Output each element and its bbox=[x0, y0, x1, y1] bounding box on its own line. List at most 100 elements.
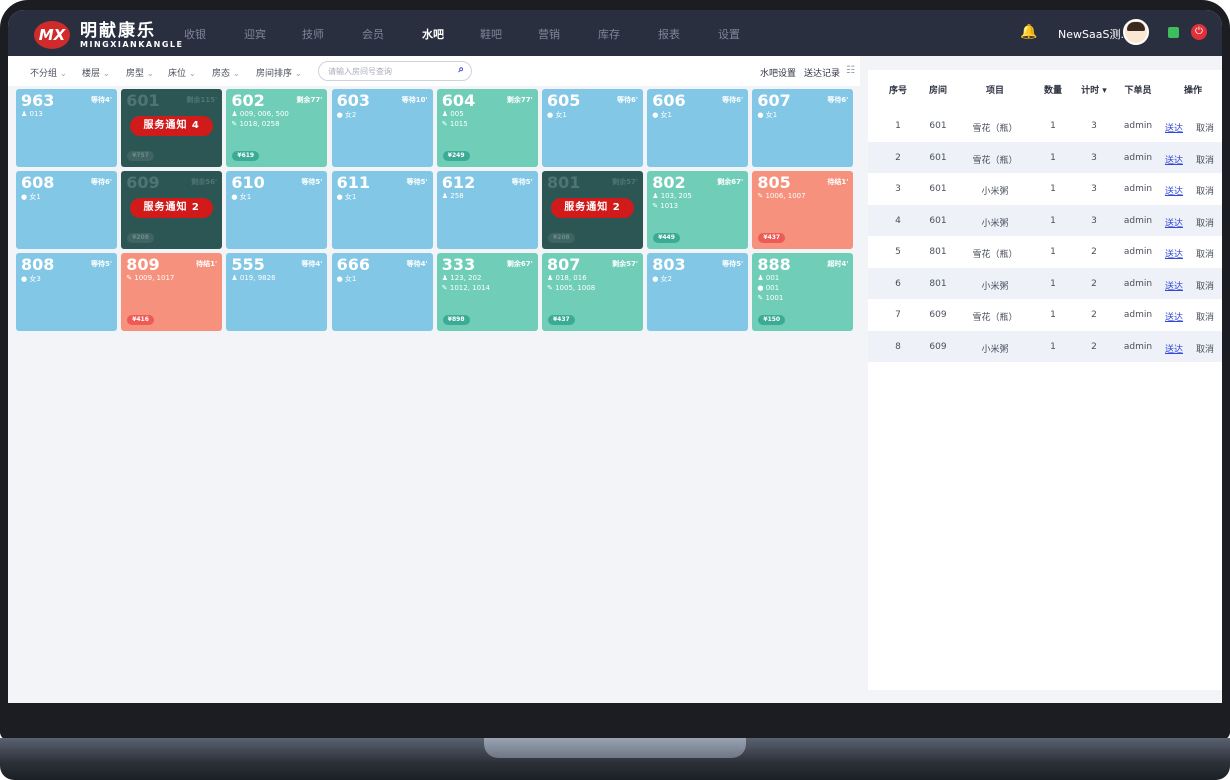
table-row: 8 609 小米粥 1 2 admin 送达 取消 bbox=[868, 330, 1222, 362]
room-card[interactable]: 603 等待10' ● 女2 bbox=[331, 89, 433, 167]
room-card[interactable]: 610 等待5' ● 女1 bbox=[226, 171, 328, 249]
room-grid: 963 等待4' ♟ 013 601 剩余115' ¥757 服务通知 4 602 剩余77' ♟… bbox=[16, 89, 862, 339]
room-number: 606 bbox=[652, 91, 686, 110]
service-notice-button[interactable]: 服务通知 2 bbox=[551, 198, 634, 218]
status-indicator-icon[interactable] bbox=[1168, 27, 1179, 38]
bar-settings-link[interactable]: 水吧设置 bbox=[760, 66, 796, 79]
filter-dropdown[interactable]: 楼层 ⌄ bbox=[82, 66, 110, 79]
deliver-link[interactable]: 送达 bbox=[1156, 184, 1192, 197]
room-card[interactable]: 611 等待5' ● 女1 bbox=[331, 171, 433, 249]
room-card[interactable]: 609 剩余56' ¥208 服务通知 2 bbox=[121, 171, 223, 249]
filter-dropdown[interactable]: 床位 ⌄ bbox=[168, 66, 196, 79]
room-card[interactable]: 555 等待4' ♟ 019, 9826 bbox=[226, 253, 328, 331]
service-notice-button[interactable]: 服务通知 4 bbox=[130, 116, 214, 136]
layout-toggle-icon[interactable]: ☷ bbox=[846, 65, 855, 76]
chevron-down-icon: ⌄ bbox=[103, 69, 110, 78]
deliver-link[interactable]: 送达 bbox=[1156, 279, 1192, 292]
table-cell: 601 bbox=[929, 152, 947, 163]
app-screen: MX 明献康乐 MINGXIANKANGLE 收银 迎宾 技师 会员 水吧 鞋吧 营销 库存 报… bbox=[8, 10, 1222, 703]
room-detail-line: ✎ 1005, 1008 bbox=[547, 284, 596, 292]
table-header[interactable]: 计时 ▾ bbox=[1072, 83, 1116, 96]
brand-logo-icon: MX bbox=[34, 21, 70, 49]
room-card[interactable]: 963 等待4' ♟ 013 bbox=[16, 89, 117, 167]
nav-item[interactable]: 库存 bbox=[598, 26, 620, 42]
deliver-link[interactable]: 送达 bbox=[1156, 216, 1192, 229]
room-card[interactable]: 802 剩余67' ♟ 103, 205 ✎ 1013 ¥449 bbox=[647, 171, 749, 249]
service-notice-button[interactable]: 服务通知 2 bbox=[130, 198, 214, 218]
cancel-link[interactable]: 取消 bbox=[1190, 310, 1220, 323]
room-card[interactable]: 608 等待6' ● 女1 bbox=[16, 171, 117, 249]
table-header: 操作 bbox=[1183, 86, 1202, 96]
room-status: 等待6' bbox=[616, 96, 638, 104]
search-input[interactable]: 请输入房间号查询 ⌕ bbox=[318, 61, 472, 81]
room-detail-line: ✎ 1015 bbox=[441, 120, 468, 128]
chevron-down-icon: ⌄ bbox=[147, 69, 154, 78]
room-status: 剩余56' bbox=[191, 178, 218, 186]
deliver-link[interactable]: 送达 bbox=[1156, 342, 1192, 355]
room-status: 超时4' bbox=[827, 260, 849, 268]
cancel-link[interactable]: 取消 bbox=[1190, 247, 1220, 260]
room-status: 剩余77' bbox=[506, 96, 533, 104]
user-name[interactable]: NewSaaS测... bbox=[1058, 26, 1131, 42]
room-number: 805 bbox=[757, 173, 791, 192]
room-detail-line: ♟ 019, 9826 bbox=[231, 274, 276, 282]
bell-icon[interactable]: 🔔 bbox=[1020, 24, 1037, 40]
search-icon[interactable]: ⌕ bbox=[458, 64, 464, 75]
avatar[interactable] bbox=[1123, 19, 1149, 45]
nav-item[interactable]: 营销 bbox=[538, 26, 560, 42]
filter-dropdown[interactable]: 房型 ⌄ bbox=[126, 66, 154, 79]
room-card[interactable]: 602 剩余77' ♟ 009, 006, 500 ✎ 1018, 0258 ¥619 bbox=[226, 89, 328, 167]
room-detail-line: ♟ 103, 205 bbox=[652, 192, 692, 200]
room-card[interactable]: 807 剩余57' ♟ 018, 016 ✎ 1005, 1008 ¥437 bbox=[542, 253, 643, 331]
room-card[interactable]: 601 剩余115' ¥757 服务通知 4 bbox=[121, 89, 223, 167]
room-detail-line: ✎ 1001 bbox=[757, 294, 784, 302]
delivery-records-link[interactable]: 送达记录 bbox=[804, 66, 840, 79]
table-row: 6 801 小米粥 1 2 admin 送达 取消 bbox=[868, 267, 1222, 299]
room-card[interactable]: 605 等待6' ● 女1 bbox=[542, 89, 643, 167]
nav-item[interactable]: 报表 bbox=[658, 26, 680, 42]
room-card[interactable]: 805 待结1' ✎ 1006, 1007 ¥437 bbox=[752, 171, 854, 249]
table-cell: 小米粥 bbox=[981, 218, 1009, 229]
room-status: 剩余67' bbox=[717, 178, 744, 186]
cancel-link[interactable]: 取消 bbox=[1190, 121, 1220, 134]
filter-dropdown[interactable]: 房间排序 ⌄ bbox=[256, 66, 302, 79]
filter-dropdown[interactable]: 房态 ⌄ bbox=[212, 66, 240, 79]
nav-item[interactable]: 设置 bbox=[718, 26, 740, 42]
cancel-link[interactable]: 取消 bbox=[1190, 153, 1220, 166]
cancel-link[interactable]: 取消 bbox=[1190, 342, 1220, 355]
filter-dropdown[interactable]: 不分组 ⌄ bbox=[30, 66, 67, 79]
room-card[interactable]: 333 剩余67' ♟ 123, 202 ✎ 1012, 1014 ¥898 bbox=[436, 253, 538, 331]
nav-item[interactable]: 会员 bbox=[362, 26, 384, 42]
room-card[interactable]: 809 待结1' ✎ 1009, 1017 ¥416 bbox=[121, 253, 223, 331]
deliver-link[interactable]: 送达 bbox=[1156, 247, 1192, 260]
cancel-link[interactable]: 取消 bbox=[1190, 279, 1220, 292]
room-card[interactable]: 612 等待5' ♟ 258 bbox=[436, 171, 538, 249]
room-card[interactable]: 666 等待4' ● 女1 bbox=[331, 253, 433, 331]
room-amount-badge: ¥449 bbox=[653, 233, 680, 243]
brand-name: 明献康乐 bbox=[80, 21, 156, 41]
nav-item[interactable]: 迎宾 bbox=[244, 26, 266, 42]
room-card[interactable]: 808 等待5' ● 女3 bbox=[16, 253, 117, 331]
room-number: 801 bbox=[547, 173, 581, 192]
deliver-link[interactable]: 送达 bbox=[1156, 310, 1192, 323]
cancel-link[interactable]: 取消 bbox=[1190, 184, 1220, 197]
deliver-link[interactable]: 送达 bbox=[1156, 153, 1192, 166]
room-card[interactable]: 888 超时4' ♟ 001 ● 001 ✎ 1001 ¥150 bbox=[752, 253, 854, 331]
nav-item[interactable]: 鞋吧 bbox=[480, 26, 502, 42]
cancel-link[interactable]: 取消 bbox=[1190, 216, 1220, 229]
nav-item[interactable]: 技师 bbox=[302, 26, 324, 42]
room-detail-line: ● 女1 bbox=[757, 111, 778, 119]
filter-label: 房态 bbox=[212, 69, 231, 79]
power-icon[interactable]: ⏻ bbox=[1191, 24, 1207, 40]
room-card[interactable]: 606 等待6' ● 女1 bbox=[647, 89, 749, 167]
table-cell: 1 bbox=[1050, 184, 1056, 194]
room-card[interactable]: 803 等待5' ● 女2 bbox=[647, 253, 749, 331]
room-card[interactable]: 801 剩余57' ¥208 服务通知 2 bbox=[542, 171, 643, 249]
room-card[interactable]: 604 剩余77' ♟ 005 ✎ 1015 ¥249 bbox=[436, 89, 538, 167]
room-card[interactable]: 607 等待6' ● 女1 bbox=[752, 89, 854, 167]
table-cell: 3 bbox=[1091, 215, 1097, 226]
deliver-link[interactable]: 送达 bbox=[1156, 121, 1192, 134]
nav-item[interactable]: 水吧 bbox=[422, 26, 444, 42]
table-cell: 5 bbox=[895, 247, 901, 257]
nav-item[interactable]: 收银 bbox=[184, 26, 206, 42]
